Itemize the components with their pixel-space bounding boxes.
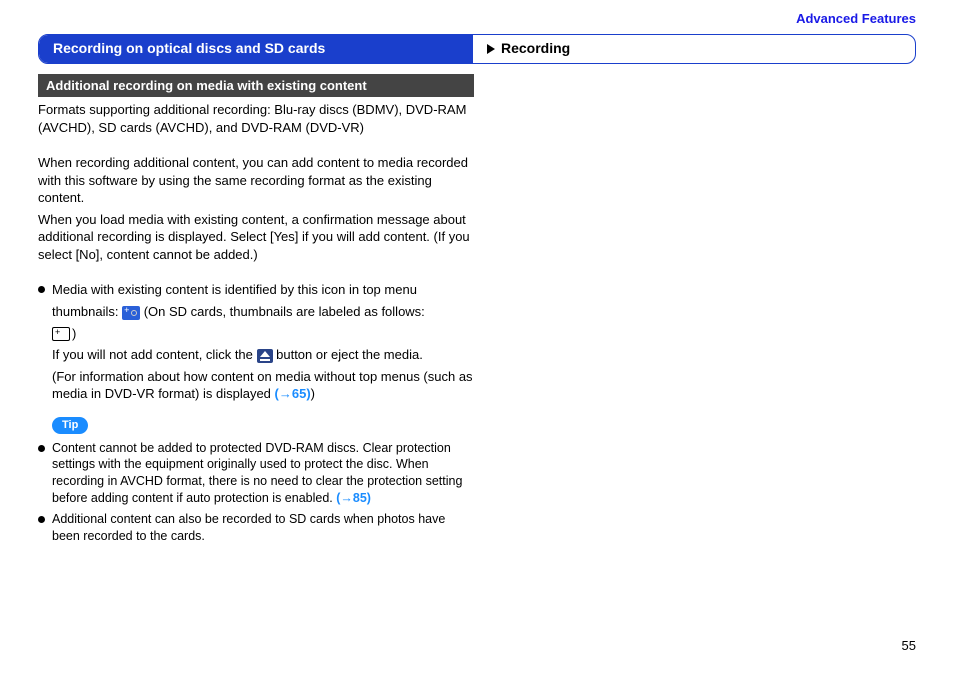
section-subhead: Additional recording on media with exist… [38, 74, 474, 98]
sub-line-2: ) [52, 325, 474, 343]
text-before-xref65: (For information about how content on me… [52, 369, 473, 402]
sub-line-4: (For information about how content on me… [52, 368, 474, 403]
text-after-thumb: (On SD cards, thumbnails are labeled as … [144, 304, 425, 319]
para-1: When recording additional content, you c… [38, 154, 474, 207]
breadcrumb-label: Recording [501, 39, 570, 58]
text-after-eject: button or eject the media. [276, 347, 423, 362]
sub-line-1: thumbnails: (On SD cards, thumbnails are… [52, 303, 474, 321]
content-column: Additional recording on media with exist… [38, 74, 474, 545]
text-before-thumb: thumbnails: [52, 304, 122, 319]
page-number: 55 [902, 637, 916, 655]
eject-icon [257, 349, 273, 363]
list-item: Additional content can also be recorded … [38, 511, 474, 545]
formats-text: Formats supporting additional recording:… [38, 101, 474, 136]
tip2-text: Additional content can also be recorded … [52, 512, 445, 543]
tip-list: Content cannot be added to protected DVD… [38, 440, 474, 545]
list-item: Content cannot be added to protected DVD… [38, 440, 474, 508]
bullet-list: Media with existing content is identifie… [38, 281, 474, 299]
para-2: When you load media with existing conten… [38, 211, 474, 264]
xref-65[interactable]: (→65) [275, 386, 311, 401]
breadcrumb-recording: Recording [473, 39, 570, 58]
list-item: Media with existing content is identifie… [38, 281, 474, 299]
tip-badge: Tip [52, 417, 88, 434]
tip1-text: Content cannot be added to protected DVD… [52, 441, 462, 506]
close-paren: ) [72, 326, 76, 341]
bullet-text-a: Media with existing content is identifie… [52, 282, 417, 297]
sd-card-thumbnail-icon [52, 327, 70, 341]
existing-content-thumbnail-icon [122, 306, 140, 320]
text-after-xref65: ) [311, 386, 315, 401]
text-before-eject: If you will not add content, click the [52, 347, 257, 362]
triangle-icon [487, 44, 495, 54]
header-section-link[interactable]: Advanced Features [38, 10, 916, 28]
title-bar: Recording on optical discs and SD cards … [38, 34, 916, 64]
xref-85[interactable]: (→85) [336, 491, 371, 505]
sub-line-3: If you will not add content, click the b… [52, 346, 474, 364]
page-title: Recording on optical discs and SD cards [39, 35, 473, 63]
